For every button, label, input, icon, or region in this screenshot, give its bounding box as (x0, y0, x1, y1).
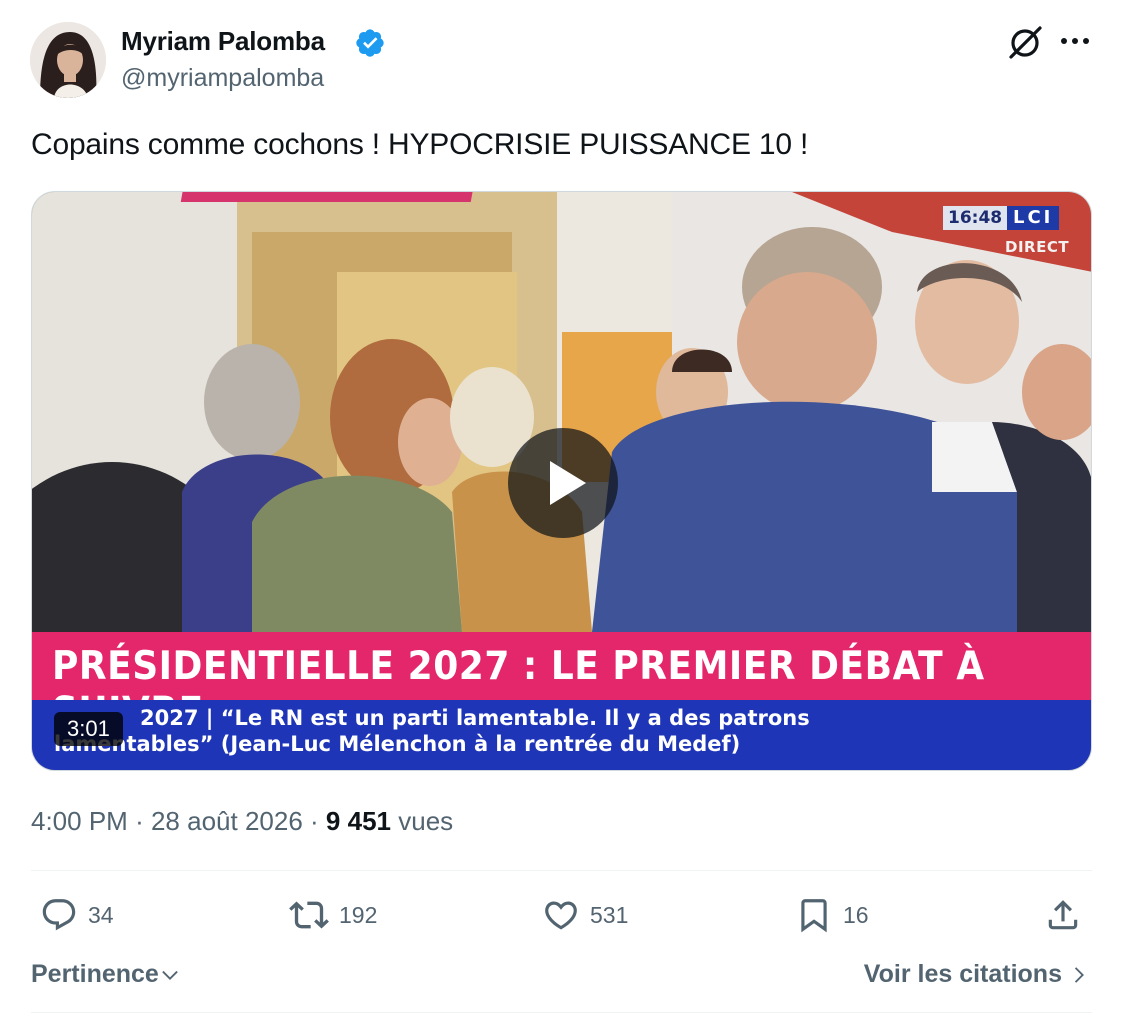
channel-logo: LCI (1007, 206, 1060, 230)
top-strip (180, 192, 474, 202)
bookmark-count: 16 (843, 901, 869, 928)
tweet-detail: Myriam Palomba @myriampalomba Copains co… (0, 0, 1123, 1014)
share-button[interactable] (1044, 893, 1082, 937)
reply-button[interactable]: 34 (40, 893, 114, 937)
views-label: vues (398, 806, 454, 836)
divider (31, 870, 1092, 871)
view-quotes-link[interactable]: Voir les citations (864, 960, 1090, 989)
video-player[interactable]: 16:48 LCI DIRECT PRÉSIDENTIELLE 2027 : L… (31, 191, 1092, 771)
ticker-line-2: lamentables” (Jean-Luc Mélenchon à la re… (54, 732, 741, 756)
repost-icon (289, 901, 329, 929)
play-icon (550, 461, 586, 505)
repost-button[interactable]: 192 (289, 893, 377, 937)
ticker-line-1: 2027 | “Le RN est un parti lamentable. I… (140, 706, 810, 730)
divider (31, 1012, 1092, 1013)
tweet-time[interactable]: 4:00 PM (31, 806, 128, 836)
meta-separator: · (135, 806, 144, 836)
tweet-meta: 4:00 PM · 28 août 2026 · 9 451 vues (31, 806, 453, 837)
chevron-right-icon (1074, 966, 1084, 983)
video-duration: 3:01 (54, 712, 123, 746)
views-count: 9 451 (325, 806, 391, 836)
reply-count: 34 (88, 901, 114, 928)
play-button[interactable] (508, 428, 618, 538)
channel-time: 16:48 (943, 206, 1008, 230)
like-icon (545, 901, 577, 930)
repost-count: 192 (339, 901, 378, 928)
avatar[interactable] (30, 22, 106, 98)
like-count: 531 (590, 901, 629, 928)
more-icon[interactable] (1058, 28, 1092, 54)
channel-status: DIRECT (1005, 238, 1070, 256)
tweet-text: Copains comme cochons ! HYPOCRISIE PUISS… (31, 128, 809, 161)
sort-label: Pertinence (31, 960, 159, 988)
author-name[interactable]: Myriam Palomba (121, 26, 325, 57)
bookmark-icon (801, 899, 827, 933)
meta-separator: · (310, 806, 319, 836)
quotes-label: Voir les citations (863, 960, 1062, 988)
sort-dropdown[interactable]: Pertinence (31, 960, 181, 989)
tweet-date[interactable]: 28 août 2026 (151, 806, 303, 836)
channel-overlay: 16:48 LCI DIRECT (943, 206, 1069, 262)
verified-badge-icon (356, 29, 384, 57)
bookmark-button[interactable]: 16 (795, 893, 869, 937)
chevron-down-icon (162, 970, 178, 980)
share-icon (1048, 900, 1078, 930)
grok-icon[interactable] (1006, 24, 1044, 62)
reply-icon (42, 899, 76, 931)
author-handle[interactable]: @myriampalomba (121, 64, 324, 93)
like-button[interactable]: 531 (542, 893, 628, 937)
